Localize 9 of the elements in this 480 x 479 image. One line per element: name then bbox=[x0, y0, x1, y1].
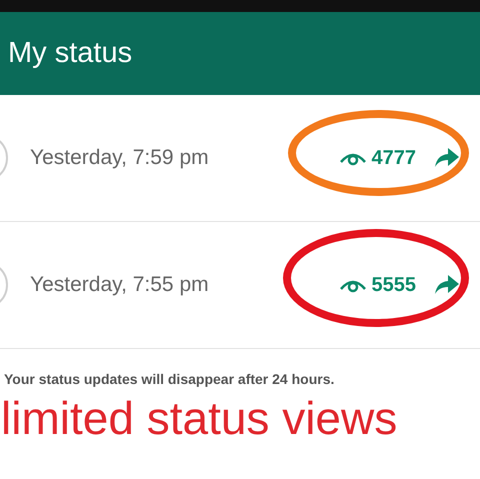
status-time: Yesterday, 7:55 pm bbox=[30, 273, 210, 297]
caption-text: limited status views bbox=[1, 391, 398, 445]
view-count[interactable]: 5555 bbox=[340, 274, 416, 296]
share-icon[interactable] bbox=[434, 147, 460, 169]
status-time: Yesterday, 7:59 pm bbox=[30, 146, 210, 170]
screen-title: My status bbox=[8, 37, 132, 70]
view-count[interactable]: 4777 bbox=[340, 146, 416, 170]
notice-text: Your status updates will disappear after 24 hours. bbox=[4, 371, 336, 387]
share-icon[interactable] bbox=[434, 274, 460, 296]
